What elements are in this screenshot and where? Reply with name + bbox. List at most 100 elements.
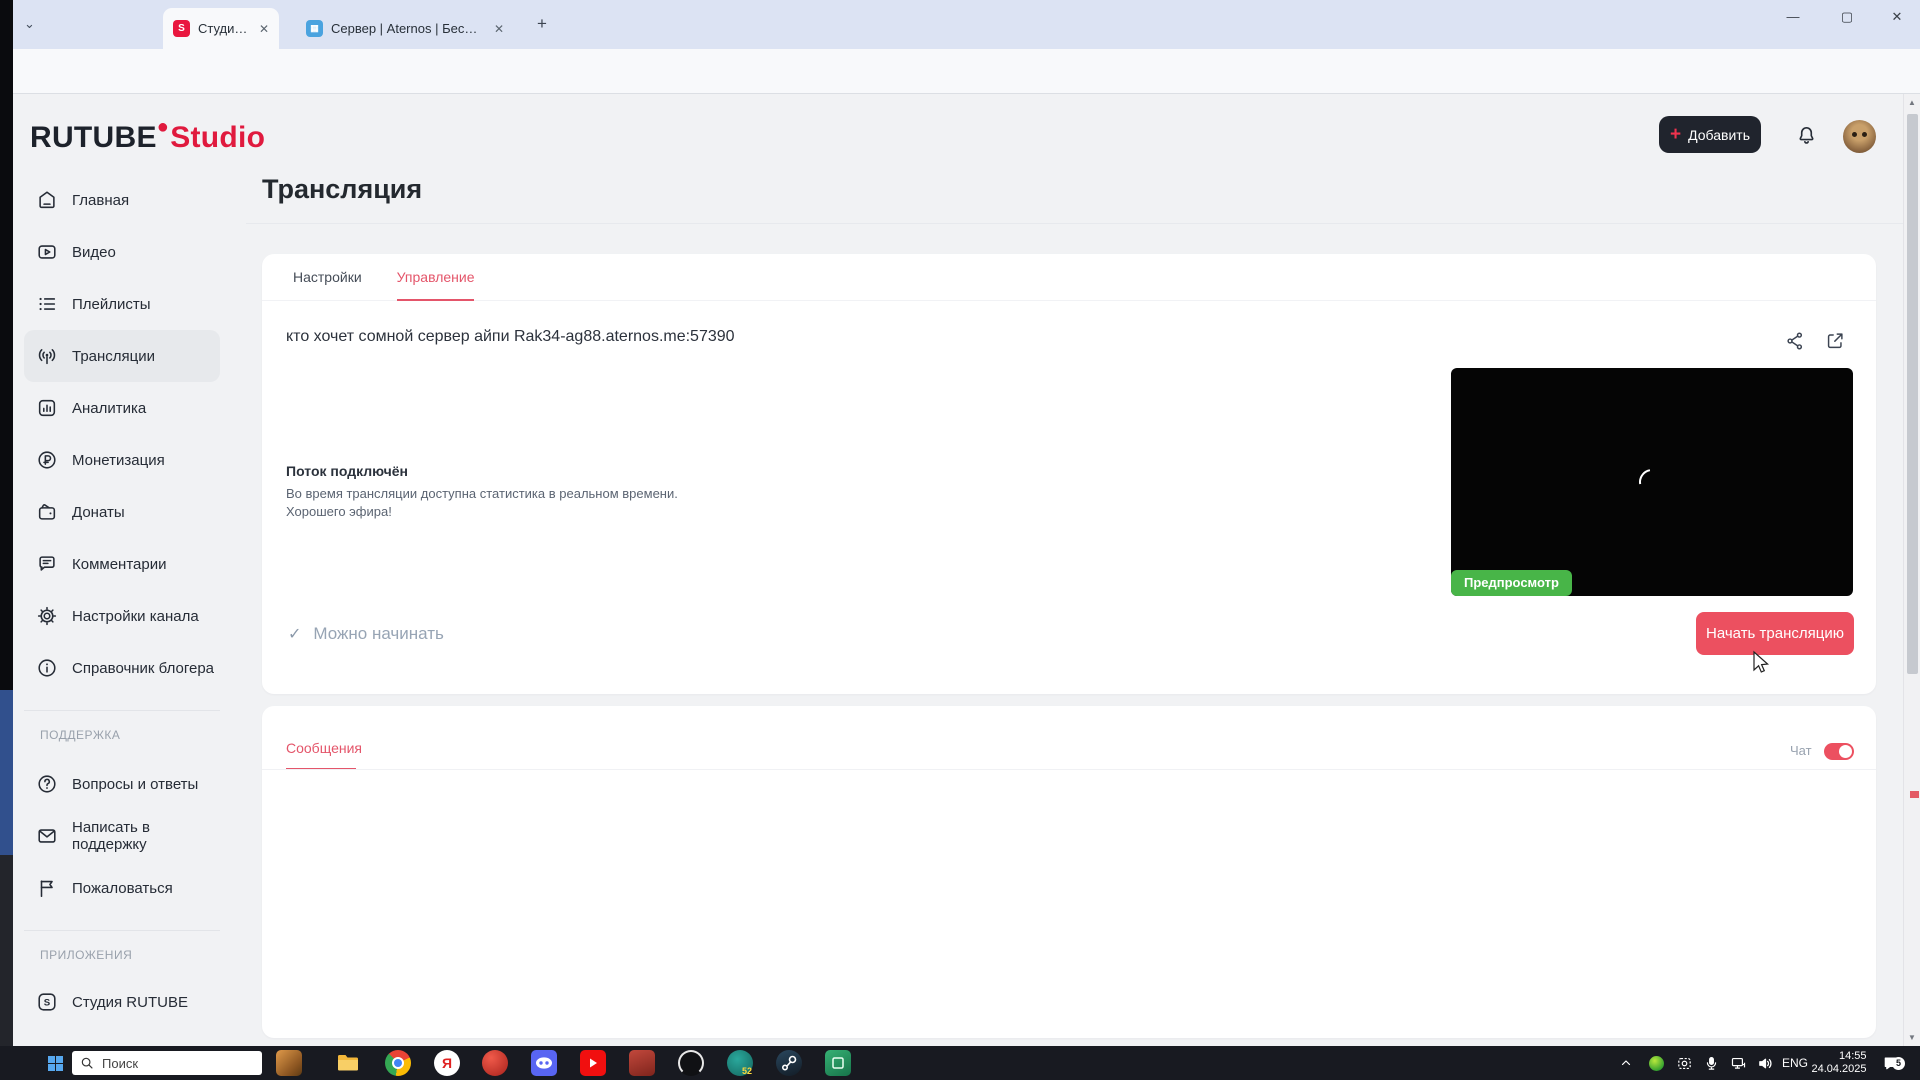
svg-text:S: S: [44, 998, 51, 1009]
taskbar-search-box[interactable]: Поиск: [72, 1051, 262, 1075]
yandex-browser-icon[interactable]: Я: [434, 1046, 460, 1080]
broadcasts-icon: [36, 345, 58, 367]
background-window-edge: [0, 0, 13, 1046]
sidebar-item-comments[interactable]: Комментарии: [24, 538, 220, 590]
rutube-studio-logo[interactable]: RUTUBE●Studio: [30, 116, 265, 155]
search-highlight-icon[interactable]: [276, 1046, 302, 1080]
toggle-knob: [1839, 745, 1852, 758]
page-scrollbar[interactable]: ▲ ▼: [1903, 94, 1920, 1046]
check-icon: ✓: [288, 626, 302, 643]
red-app-icon[interactable]: [482, 1046, 508, 1080]
app-badge: 52: [741, 1066, 752, 1076]
aternos-favicon-icon: ▦: [306, 20, 323, 37]
sidebar-item-qa[interactable]: Вопросы и ответы: [24, 758, 220, 810]
teal-app-icon[interactable]: 52: [727, 1046, 753, 1080]
tab-management[interactable]: Управление: [396, 254, 475, 301]
rutube-studio-page: RUTUBE●Studio + Добавить Главная Видео П…: [0, 94, 1920, 1046]
browser-tab-strip: ⌄ S Студия RUTUBE ✕ ▦ Сервер | Aternos |…: [0, 0, 1920, 49]
mail-icon: [36, 825, 58, 847]
chat-toggle[interactable]: [1824, 743, 1854, 760]
scrollbar-marker: [1910, 791, 1919, 798]
sidebar-item-video[interactable]: Видео: [24, 226, 220, 278]
tab-search-chevron-icon[interactable]: ⌄: [24, 16, 35, 32]
page-title: Трансляция: [262, 174, 423, 204]
sidebar-item-playlists[interactable]: Плейлисты: [24, 278, 220, 330]
scroll-up-icon[interactable]: ▲: [1904, 98, 1920, 107]
question-icon: [36, 773, 58, 795]
tray-expand-chevron-icon[interactable]: [1614, 1046, 1638, 1080]
analytics-icon: [36, 397, 58, 419]
messages-card: Сообщения Чат: [262, 706, 1876, 1038]
sidebar-divider: [24, 930, 220, 931]
settings-icon: [36, 605, 58, 627]
broadcast-tabs: Настройки Управление: [262, 254, 1876, 301]
steam-icon[interactable]: [776, 1046, 802, 1080]
tab-settings[interactable]: Настройки: [293, 254, 362, 301]
messages-divider: [262, 769, 1876, 770]
monetization-icon: [36, 449, 58, 471]
notification-center-icon[interactable]: 5: [1878, 1046, 1905, 1080]
tab-messages[interactable]: Сообщения: [286, 740, 362, 756]
playlists-icon: [36, 293, 58, 315]
sidebar-item-studio-app[interactable]: S Студия RUTUBE: [24, 976, 220, 1028]
tray-language-indicator[interactable]: ENG: [1779, 1046, 1811, 1080]
tray-capture-icon[interactable]: [1672, 1046, 1696, 1080]
sidebar-support-header: ПОДДЕРЖКА: [40, 728, 121, 742]
search-label: Поиск: [102, 1055, 139, 1071]
sidebar-item-home[interactable]: Главная: [24, 174, 220, 226]
tray-microphone-icon[interactable]: [1699, 1046, 1723, 1080]
file-explorer-icon[interactable]: [335, 1046, 361, 1080]
dark-red-app-icon[interactable]: [629, 1046, 655, 1080]
scroll-down-icon[interactable]: ▼: [1904, 1033, 1920, 1042]
sidebar-item-support-mail[interactable]: Написать в поддержку: [24, 810, 220, 862]
chrome-icon[interactable]: [385, 1046, 411, 1080]
sidebar-divider: [24, 710, 220, 711]
donations-icon: [36, 501, 58, 523]
tab-close-icon[interactable]: ✕: [494, 22, 504, 36]
browser-tab-aternos[interactable]: ▦ Сервер | Aternos | Бесплатный ✕: [296, 8, 514, 49]
rutube-favicon-icon: S: [173, 20, 190, 37]
window-maximize-button[interactable]: ▢: [1824, 0, 1870, 34]
tab-title: Студия RUTUBE: [198, 21, 249, 36]
loading-spinner-icon: [1633, 463, 1671, 501]
sidebar-item-donations[interactable]: Донаты: [24, 486, 220, 538]
browser-tab-rutube-studio[interactable]: S Студия RUTUBE ✕: [163, 8, 279, 49]
start-broadcast-button[interactable]: Начать трансляцию: [1696, 612, 1854, 655]
sidebar-item-channel-settings[interactable]: Настройки канала: [24, 590, 220, 642]
window-minimize-button[interactable]: —: [1770, 0, 1816, 34]
discord-icon[interactable]: [531, 1046, 557, 1080]
sidebar-item-analytics[interactable]: Аналитика: [24, 382, 220, 434]
start-button[interactable]: [40, 1046, 70, 1080]
sidebar-item-monetization[interactable]: Монетизация: [24, 434, 220, 486]
tab-close-icon[interactable]: ✕: [259, 22, 269, 36]
sidebar-item-blogger-guide[interactable]: Справочник блогера: [24, 642, 220, 694]
new-tab-button[interactable]: +: [530, 13, 554, 37]
tab-title: Сервер | Aternos | Бесплатный: [331, 21, 484, 36]
stream-status-title: Поток подключён: [286, 463, 408, 479]
obs-icon[interactable]: [678, 1046, 704, 1080]
open-external-icon[interactable]: [1824, 330, 1846, 352]
youtube-icon[interactable]: [580, 1046, 606, 1080]
mouse-cursor: [1753, 650, 1770, 673]
window-close-button[interactable]: ✕: [1874, 0, 1920, 34]
tray-time: 14:55: [1839, 1050, 1867, 1062]
notification-count-badge: 5: [1892, 1057, 1905, 1070]
browser-toolbar: studio.rutube.ru/stream/7df21b4ddd2f1168…: [0, 49, 1920, 136]
tray-date: 24.04.2025: [1811, 1063, 1867, 1075]
green-app-icon[interactable]: [825, 1046, 851, 1080]
logo-dot-icon: ●: [156, 116, 170, 138]
share-icon[interactable]: [1784, 330, 1806, 352]
scrollbar-thumb[interactable]: [1907, 114, 1918, 674]
tray-volume-icon[interactable]: [1753, 1046, 1777, 1080]
user-avatar[interactable]: [1843, 120, 1876, 153]
tray-network-icon[interactable]: [1726, 1046, 1750, 1080]
tray-green-app-icon[interactable]: [1644, 1046, 1668, 1080]
notifications-bell-icon[interactable]: [1795, 124, 1818, 147]
add-button[interactable]: + Добавить: [1659, 116, 1761, 153]
comments-icon: [36, 553, 58, 575]
sidebar-item-report[interactable]: Пожаловаться: [24, 862, 220, 914]
stream-preview-player[interactable]: Предпросмотр: [1451, 368, 1853, 596]
tray-clock[interactable]: 14:55 24.04.2025: [1808, 1046, 1870, 1080]
sidebar-item-broadcasts[interactable]: Трансляции: [24, 330, 220, 382]
video-icon: [36, 241, 58, 263]
